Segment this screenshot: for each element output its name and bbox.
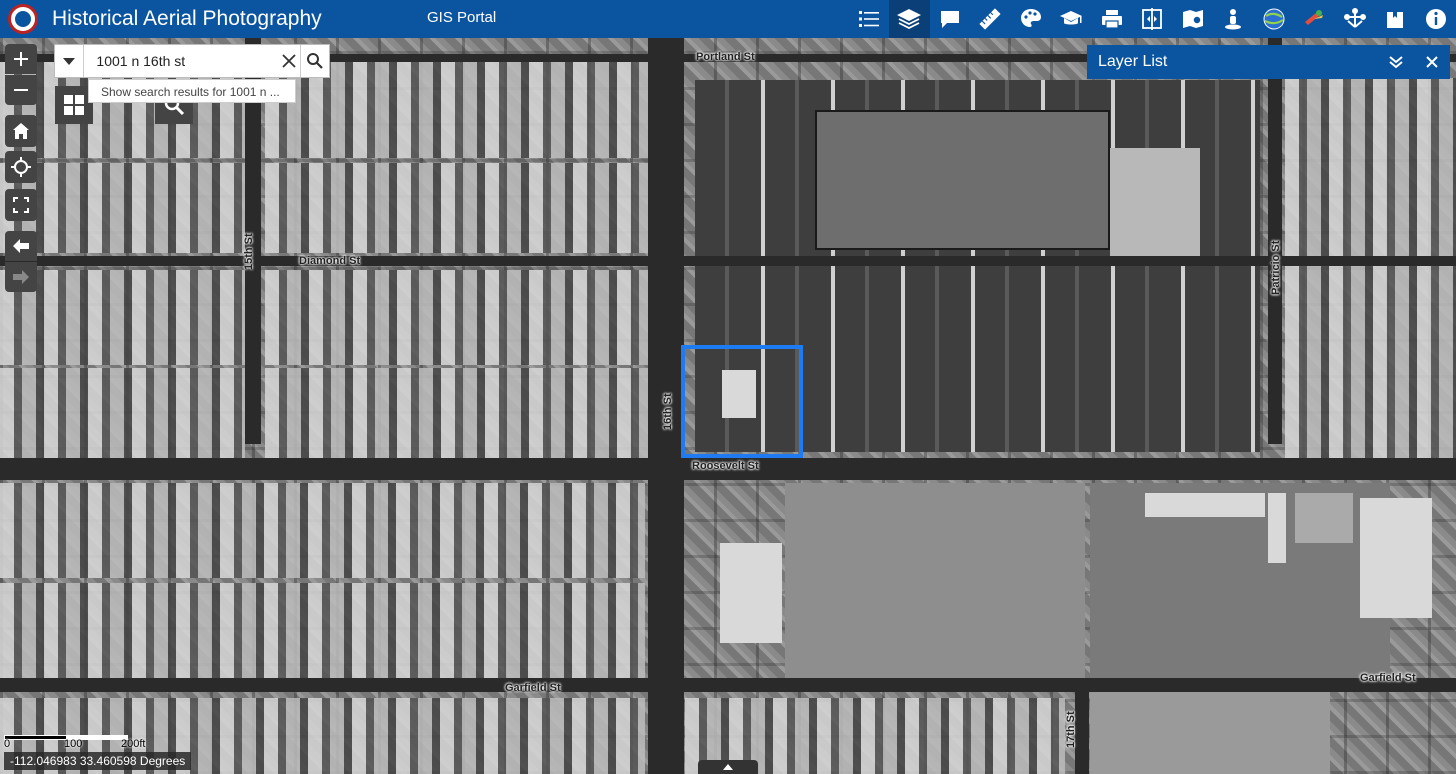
double-chevron-down-icon [1389, 56, 1403, 69]
app-title: Historical Aerial Photography [52, 7, 322, 30]
arrow-right-icon [13, 270, 29, 284]
street-label-patricio: Patricio St [1270, 240, 1282, 295]
next-extent-button[interactable] [5, 262, 37, 292]
caret-down-icon [63, 58, 76, 65]
street-label-garfield: Garfield St [505, 682, 561, 694]
city-seal-logo [8, 4, 38, 34]
close-icon [1426, 56, 1438, 68]
zoom-out-button[interactable] [5, 75, 37, 105]
grid-icon [64, 95, 84, 115]
street-label-diamond: Diamond St [299, 255, 361, 267]
portal-subtitle[interactable]: GIS Portal [427, 9, 496, 26]
arrow-left-icon [13, 239, 29, 253]
street-view-icon[interactable] [1213, 0, 1254, 38]
network-icon[interactable] [1335, 0, 1376, 38]
residential-block [0, 583, 645, 683]
previous-extent-button[interactable] [5, 231, 37, 261]
legend-icon[interactable] [849, 0, 890, 38]
building-roof [1295, 493, 1353, 543]
minus-icon [14, 89, 28, 91]
street-label-portland: Portland St [696, 51, 755, 63]
building-roof [1360, 498, 1432, 618]
residential-block [0, 483, 645, 578]
close-panel-button[interactable] [1414, 45, 1450, 79]
close-icon [282, 54, 296, 68]
residential-block [1285, 78, 1456, 458]
locate-button[interactable] [5, 151, 37, 183]
map-book-icon[interactable] [1173, 0, 1214, 38]
app-header: Historical Aerial Photography GIS Portal [0, 0, 1456, 38]
search-button[interactable] [300, 45, 329, 77]
search-source-dropdown[interactable] [55, 45, 85, 77]
collapse-panel-button[interactable] [1378, 45, 1414, 79]
search-suggestion[interactable]: Show search results for 1001 n ... [88, 79, 296, 103]
coordinate-text: -112.046983 33.460598 Degrees [10, 754, 186, 768]
search-widget [54, 44, 330, 78]
aerial-map[interactable]: Portland St Diamond St Roosevelt St Garf… [0, 38, 1456, 774]
swipe-compare-icon[interactable] [1132, 0, 1173, 38]
info-icon[interactable] [1416, 0, 1456, 38]
layers-icon[interactable] [889, 0, 930, 38]
building-roof [1268, 493, 1286, 563]
road-diamond [0, 256, 1456, 266]
home-icon [13, 123, 29, 139]
department-store-roof [815, 110, 1110, 250]
street-label-16th: 16th St [662, 393, 674, 430]
layer-list-panel: Layer List [1087, 45, 1450, 79]
road-garfield [0, 678, 1456, 692]
scale-label-end: 200ft [121, 738, 146, 750]
measure-ruler-icon[interactable] [970, 0, 1011, 38]
palette-icon[interactable] [1011, 0, 1052, 38]
search-icon [307, 53, 324, 69]
zoom-in-button[interactable] [5, 44, 37, 74]
vacant-field [785, 483, 1085, 683]
scale-bar: 0 100 200ft [4, 733, 145, 750]
building-roof [1145, 493, 1265, 517]
residential-block [265, 163, 648, 253]
street-label-garfield-east: Garfield St [1360, 672, 1416, 684]
globe-icon[interactable] [1254, 0, 1295, 38]
satellite-icon[interactable] [1294, 0, 1335, 38]
search-input[interactable] [84, 45, 278, 77]
plus-icon [14, 52, 28, 66]
comment-icon[interactable] [930, 0, 971, 38]
education-icon[interactable] [1051, 0, 1092, 38]
street-label-roosevelt: Roosevelt St [692, 460, 759, 472]
fullscreen-button[interactable] [5, 189, 37, 221]
store-annex-roof [1110, 148, 1200, 256]
fullscreen-icon [13, 197, 29, 213]
building-roof [720, 543, 782, 643]
layer-list-title: Layer List [1098, 53, 1168, 70]
scale-label-zero: 0 [4, 738, 11, 750]
residential-block [265, 270, 648, 365]
coordinate-readout: -112.046983 33.460598 Degrees [4, 752, 192, 770]
road-17th [1075, 678, 1089, 774]
street-label-15th: 15th St [243, 233, 255, 270]
bookmark-icon[interactable] [1375, 0, 1416, 38]
residential-block [0, 368, 245, 458]
caret-up-icon [723, 764, 733, 770]
scale-label-mid: 100 [64, 738, 83, 750]
header-toolbar [849, 0, 1456, 38]
locate-icon [11, 157, 31, 177]
selected-parcel-highlight[interactable] [681, 345, 803, 458]
street-label-17th: 17th St [1065, 711, 1077, 748]
home-button[interactable] [5, 115, 37, 147]
attribute-table-toggle[interactable] [698, 760, 758, 774]
clear-search-button[interactable] [277, 45, 300, 77]
vacant-field [1090, 688, 1330, 774]
residential-block [265, 368, 648, 458]
print-icon[interactable] [1092, 0, 1133, 38]
